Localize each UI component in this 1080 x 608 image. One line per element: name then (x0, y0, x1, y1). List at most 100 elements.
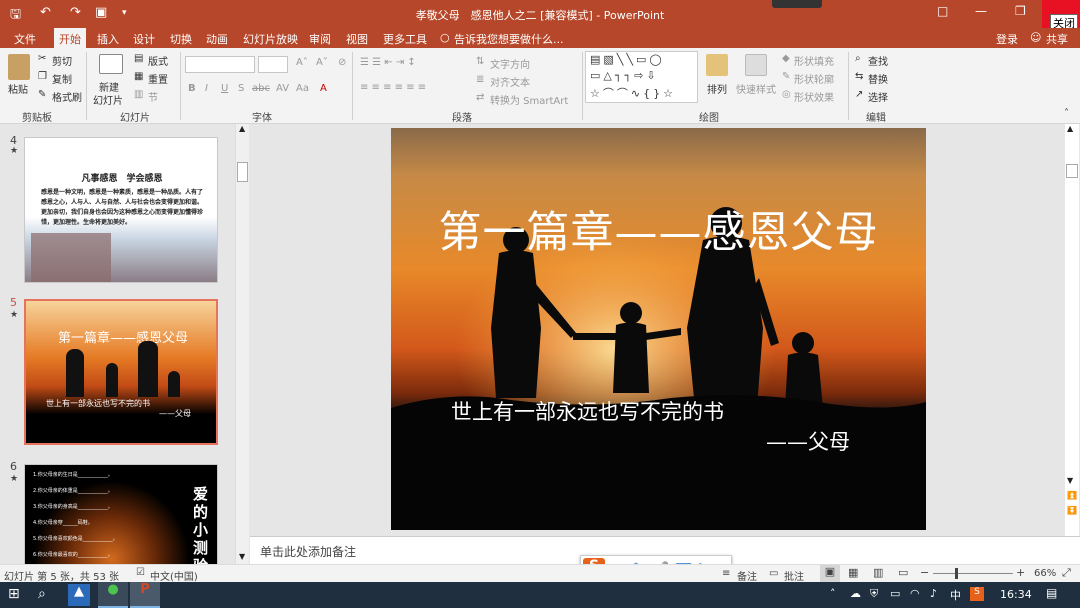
align-icons[interactable]: ≡ ≡ ≡ ≡ ≡ ≡ (360, 82, 426, 93)
scroll-down-icon[interactable]: ▼ (239, 552, 245, 561)
reset-icon[interactable]: ▦ (134, 71, 143, 82)
shape-outline-icon[interactable]: ✎ (782, 71, 790, 82)
select-button[interactable]: 选择 (868, 89, 888, 104)
format-painter-button[interactable]: 格式刷 (52, 89, 82, 104)
clear-format-icon[interactable]: ⊘ (338, 57, 346, 68)
language-indicator[interactable]: 中文(中国) (150, 568, 198, 583)
grow-font-icon[interactable]: A˄ (296, 57, 308, 68)
maximize-icon[interactable]: ❐ (1015, 4, 1026, 18)
font-color-icon[interactable]: A (320, 83, 327, 94)
brush-icon[interactable]: ✎ (38, 89, 46, 100)
tab-file[interactable]: 文件 (14, 31, 36, 47)
shapes-gallery[interactable]: ▤▧╲╲▭◯ ▭△┐┐⇨⇩ ☆⌒⌒∿{}☆ (585, 51, 698, 103)
shape-fill-icon[interactable]: ◆ (782, 53, 790, 64)
slide-title[interactable]: 第一篇章——感恩父母 (411, 198, 906, 260)
shape-effects-icon[interactable]: ◎ (782, 89, 791, 100)
shapes-row-3[interactable]: ☆⌒⌒∿{}☆ (590, 85, 676, 101)
slide-sorter-icon[interactable]: ▦ (848, 566, 858, 579)
normal-view-icon[interactable]: ▣ (820, 565, 840, 582)
slide-thumbnail-5-selected[interactable]: 第一篇章——感恩父母 世上有一部永远也写不完的书 ——父母 (24, 299, 218, 445)
scrollbar-thumb[interactable] (1066, 164, 1078, 178)
zoom-slider-thumb[interactable] (955, 568, 958, 579)
scissors-icon[interactable]: ✂ (38, 53, 46, 64)
bullets-icon[interactable]: ☰ ☰ ⇤ ⇥ ↕ (360, 57, 416, 68)
clock-time[interactable]: 16:34 (1000, 588, 1032, 601)
slide-scrollbar[interactable]: ▲ ▼ ⏫ ⏬ (1065, 124, 1079, 536)
share-button[interactable]: 共享 (1046, 31, 1068, 47)
align-text-button[interactable]: 对齐文本 (490, 74, 530, 89)
shrink-font-icon[interactable]: A˅ (316, 57, 328, 68)
wifi-icon[interactable]: ◠ (910, 587, 920, 600)
ribbon-display-options-icon[interactable]: □ (937, 4, 948, 18)
tab-view[interactable]: 视图 (346, 31, 368, 47)
layout-icon[interactable]: ▤ (134, 53, 143, 64)
strikethrough-button[interactable]: abc (252, 83, 270, 94)
shapes-row-2[interactable]: ▭△┐┐⇨⇩ (590, 69, 659, 82)
windows-start-icon[interactable]: ⊞ (8, 586, 20, 602)
align-text-icon[interactable]: ≣ (476, 74, 484, 85)
sign-in-link[interactable]: 登录 (996, 31, 1018, 47)
reset-button[interactable]: 重置 (148, 71, 168, 86)
shape-outline-button[interactable]: 形状轮廓 (794, 71, 834, 86)
text-direction-icon[interactable]: ⇅ (476, 56, 484, 67)
slide-subtitle-line1[interactable]: 世上有一部永远也写不完的书 (451, 396, 724, 426)
quick-styles-button[interactable]: 快速样式 (736, 81, 776, 96)
comments-toggle[interactable]: 批注 (784, 568, 804, 583)
battery-icon[interactable]: ▭ (890, 587, 900, 600)
reading-view-icon[interactable]: ▥ (873, 566, 883, 579)
shape-effects-button[interactable]: 形状效果 (794, 89, 834, 104)
smartart-button[interactable]: 转换为 SmartArt (490, 92, 568, 107)
new-slide-icon[interactable] (99, 54, 123, 74)
zoom-in-icon[interactable]: + (1016, 566, 1025, 579)
volume-icon[interactable]: ♪ (930, 587, 937, 600)
section-icon[interactable]: ▥ (134, 89, 143, 100)
fit-to-window-icon[interactable]: ⤢ (1062, 566, 1071, 580)
text-direction-button[interactable]: 文字方向 (490, 56, 530, 71)
font-family-combo[interactable] (185, 56, 255, 73)
arrange-button[interactable]: 排列 (707, 81, 727, 96)
previous-slide-icon[interactable]: ⏫ (1067, 491, 1077, 500)
tab-home[interactable]: 开始 (54, 28, 86, 48)
tab-review[interactable]: 审阅 (309, 31, 331, 47)
tab-more-tools[interactable]: 更多工具 (383, 31, 427, 47)
next-slide-icon[interactable]: ⏬ (1067, 506, 1077, 515)
paste-icon[interactable] (8, 54, 30, 80)
tab-animations[interactable]: 动画 (206, 31, 228, 47)
char-spacing-button[interactable]: AV (276, 83, 289, 94)
tray-app-icon[interactable]: ☁ (850, 587, 861, 600)
tab-slideshow[interactable]: 幻灯片放映 (243, 31, 298, 47)
tray-chevron-icon[interactable]: ˄ (830, 587, 836, 600)
find-icon[interactable]: ⌕ (855, 53, 861, 64)
find-button[interactable]: 查找 (868, 53, 888, 68)
notification-icon[interactable]: ▤ (1046, 586, 1057, 600)
change-case-button[interactable]: Aa (296, 83, 309, 94)
slide-thumbnail-4[interactable]: 凡事感恩 学会感恩 感恩是一种文明，感恩是一种素质，感恩是一种品质。人有了感恩之… (24, 137, 218, 283)
copy-icon[interactable]: ❐ (38, 71, 47, 82)
shape-fill-button[interactable]: 形状填充 (794, 53, 834, 68)
sogou-tray-icon[interactable]: S (970, 587, 984, 601)
arrange-icon[interactable] (706, 54, 728, 76)
thumbnail-scrollbar[interactable]: ▲ ▼ (235, 124, 249, 564)
select-icon[interactable]: ↗ (855, 89, 863, 100)
wechat-icon[interactable]: ● (98, 582, 128, 608)
smartart-icon[interactable]: ⇄ (476, 92, 484, 103)
shield-icon[interactable]: ⛨ (870, 587, 878, 601)
slide-thumbnail-6[interactable]: 1.你父母亲的生日是____________。 2.你父母亲的体重是______… (24, 464, 218, 564)
tray-language[interactable]: 中 (950, 587, 961, 603)
slideshow-icon[interactable]: ▭ (898, 566, 908, 579)
scroll-down-icon[interactable]: ▼ (1067, 476, 1073, 485)
text-shadow-button[interactable]: S (238, 83, 244, 94)
notes-placeholder[interactable]: 单击此处添加备注 (260, 543, 356, 560)
shapes-row-1[interactable]: ▤▧╲╲▭◯ (590, 53, 665, 66)
cut-button[interactable]: 剪切 (52, 53, 72, 68)
current-slide[interactable]: 第一篇章——感恩父母 世上有一部永远也写不完的书 ——父母 (391, 128, 926, 530)
tell-me-search[interactable]: 告诉我您想要做什么... (454, 31, 564, 47)
notes-toggle[interactable]: 备注 (737, 568, 757, 583)
zoom-slider[interactable] (933, 573, 1013, 574)
section-button[interactable]: 节 (148, 89, 158, 104)
collapse-ribbon-icon[interactable]: ˄ (1064, 108, 1069, 119)
scrollbar-thumb[interactable] (237, 162, 248, 182)
quick-styles-icon[interactable] (745, 54, 767, 76)
slide-subtitle-line2[interactable]: ——父母 (766, 426, 850, 456)
scroll-up-icon[interactable]: ▲ (239, 124, 245, 133)
